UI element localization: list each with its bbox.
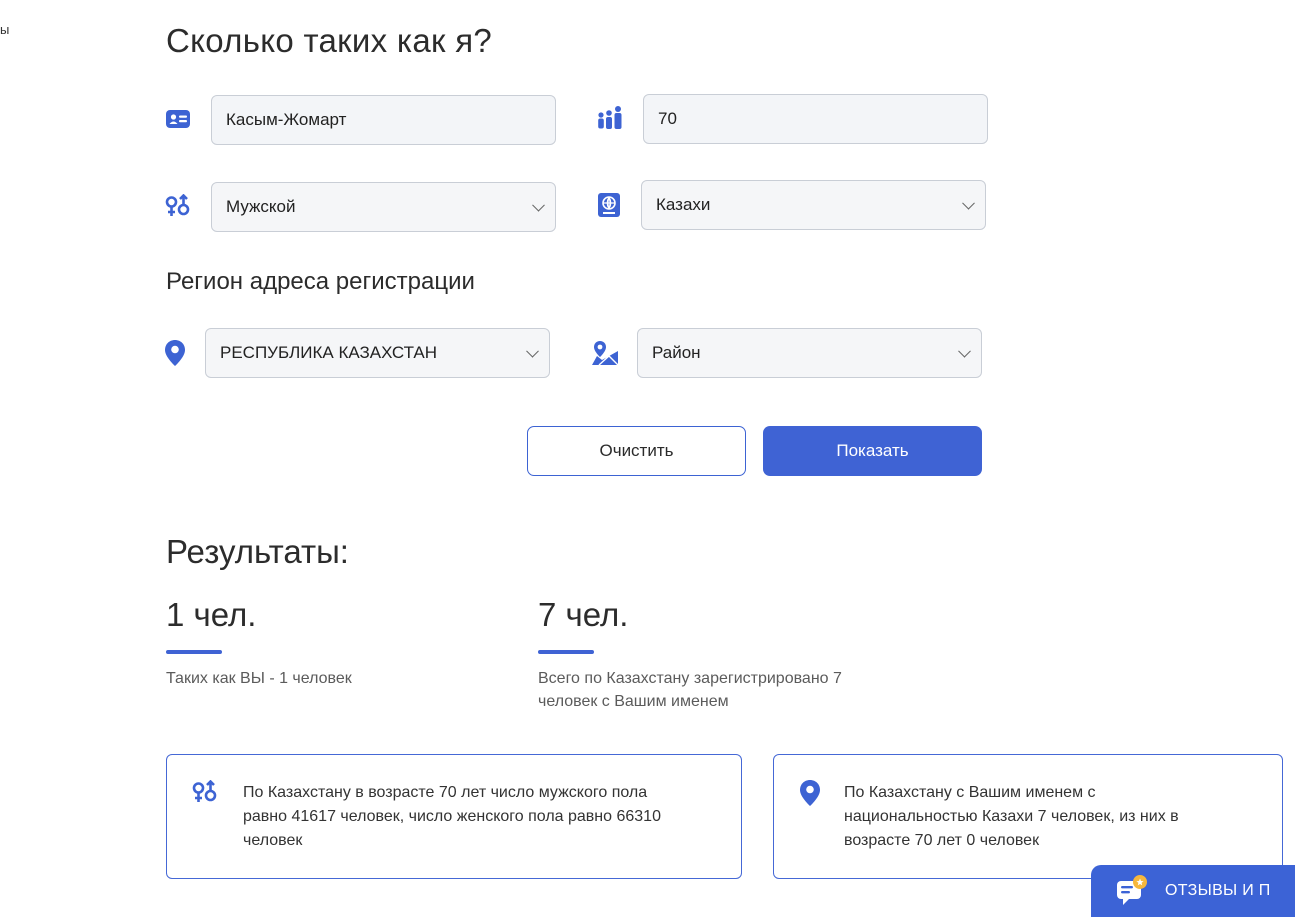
- name-note: Всего по Казахстану зарегистрировано 7 ч…: [538, 667, 842, 713]
- gender-icon: [191, 779, 219, 807]
- age-value: 70: [658, 109, 677, 128]
- same-count-underline: [166, 650, 222, 654]
- id-card-icon: [164, 105, 192, 133]
- results-title: Результаты:: [166, 533, 349, 570]
- feedback-button[interactable]: ОТЗЫВЫ И П: [1091, 865, 1295, 917]
- feedback-label: ОТЗЫВЫ И П: [1165, 882, 1271, 899]
- nationality-stats-card: По Казахстану с Вашим именем с националь…: [773, 754, 1283, 879]
- gender-stats-line3: человек: [243, 832, 303, 849]
- same-count: 1 чел.: [166, 596, 257, 633]
- name-note-line1: Всего по Казахстану зарегистрировано 7: [538, 670, 842, 687]
- edge-text: ы: [0, 22, 10, 37]
- same-note: Таких как ВЫ - 1 человек: [166, 670, 352, 687]
- district-value: Район: [652, 343, 701, 362]
- nationality-select[interactable]: Казахи: [641, 180, 986, 230]
- page-title: Сколько таких как я?: [166, 22, 493, 59]
- age-field[interactable]: 70: [643, 94, 988, 144]
- chat-icon: [1115, 874, 1149, 908]
- region-section-title: Регион адреса регистрации: [166, 268, 475, 295]
- chevron-down-icon: [532, 198, 545, 212]
- name-field[interactable]: Касым-Жомарт: [211, 95, 556, 145]
- map-pin-icon: [161, 339, 189, 367]
- name-count-underline: [538, 650, 594, 654]
- name-note-line2: человек с Вашим именем: [538, 693, 729, 710]
- chevron-down-icon: [526, 344, 539, 358]
- show-button[interactable]: Показать: [763, 426, 982, 476]
- nationality-stats-text: По Казахстану с Вашим именем с националь…: [844, 781, 1179, 853]
- nationality-stats-line2: национальностью Казахи 7 человек, из них…: [844, 808, 1179, 825]
- name-count: 7 чел.: [538, 596, 629, 633]
- people-icon: [596, 104, 624, 132]
- name-value: Касым-Жомарт: [226, 110, 347, 129]
- gender-icon: [164, 193, 192, 221]
- nationality-value: Казахи: [656, 195, 711, 214]
- gender-select[interactable]: Мужской: [211, 182, 556, 232]
- gender-stats-card: По Казахстану в возрасте 70 лет число му…: [166, 754, 742, 879]
- gender-stats-text: По Казахстану в возрасте 70 лет число му…: [243, 781, 661, 853]
- region-value: РЕСПУБЛИКА КАЗАХСТАН: [220, 343, 438, 362]
- district-select[interactable]: Район: [637, 328, 982, 378]
- passport-icon: [595, 191, 623, 219]
- chevron-down-icon: [962, 196, 975, 210]
- nationality-stats-line3: возрасте 70 лет 0 человек: [844, 832, 1040, 849]
- clear-button[interactable]: Очистить: [527, 426, 746, 476]
- gender-stats-line1: По Казахстану в возрасте 70 лет число му…: [243, 784, 648, 801]
- map-pin-icon: [796, 779, 824, 807]
- nationality-stats-line1: По Казахстану с Вашим именем с: [844, 784, 1096, 801]
- map-icon: [591, 339, 619, 367]
- gender-stats-line2: равно 41617 человек, число женского пола…: [243, 808, 661, 825]
- gender-value: Мужской: [226, 197, 296, 216]
- chevron-down-icon: [958, 344, 971, 358]
- region-select[interactable]: РЕСПУБЛИКА КАЗАХСТАН: [205, 328, 550, 378]
